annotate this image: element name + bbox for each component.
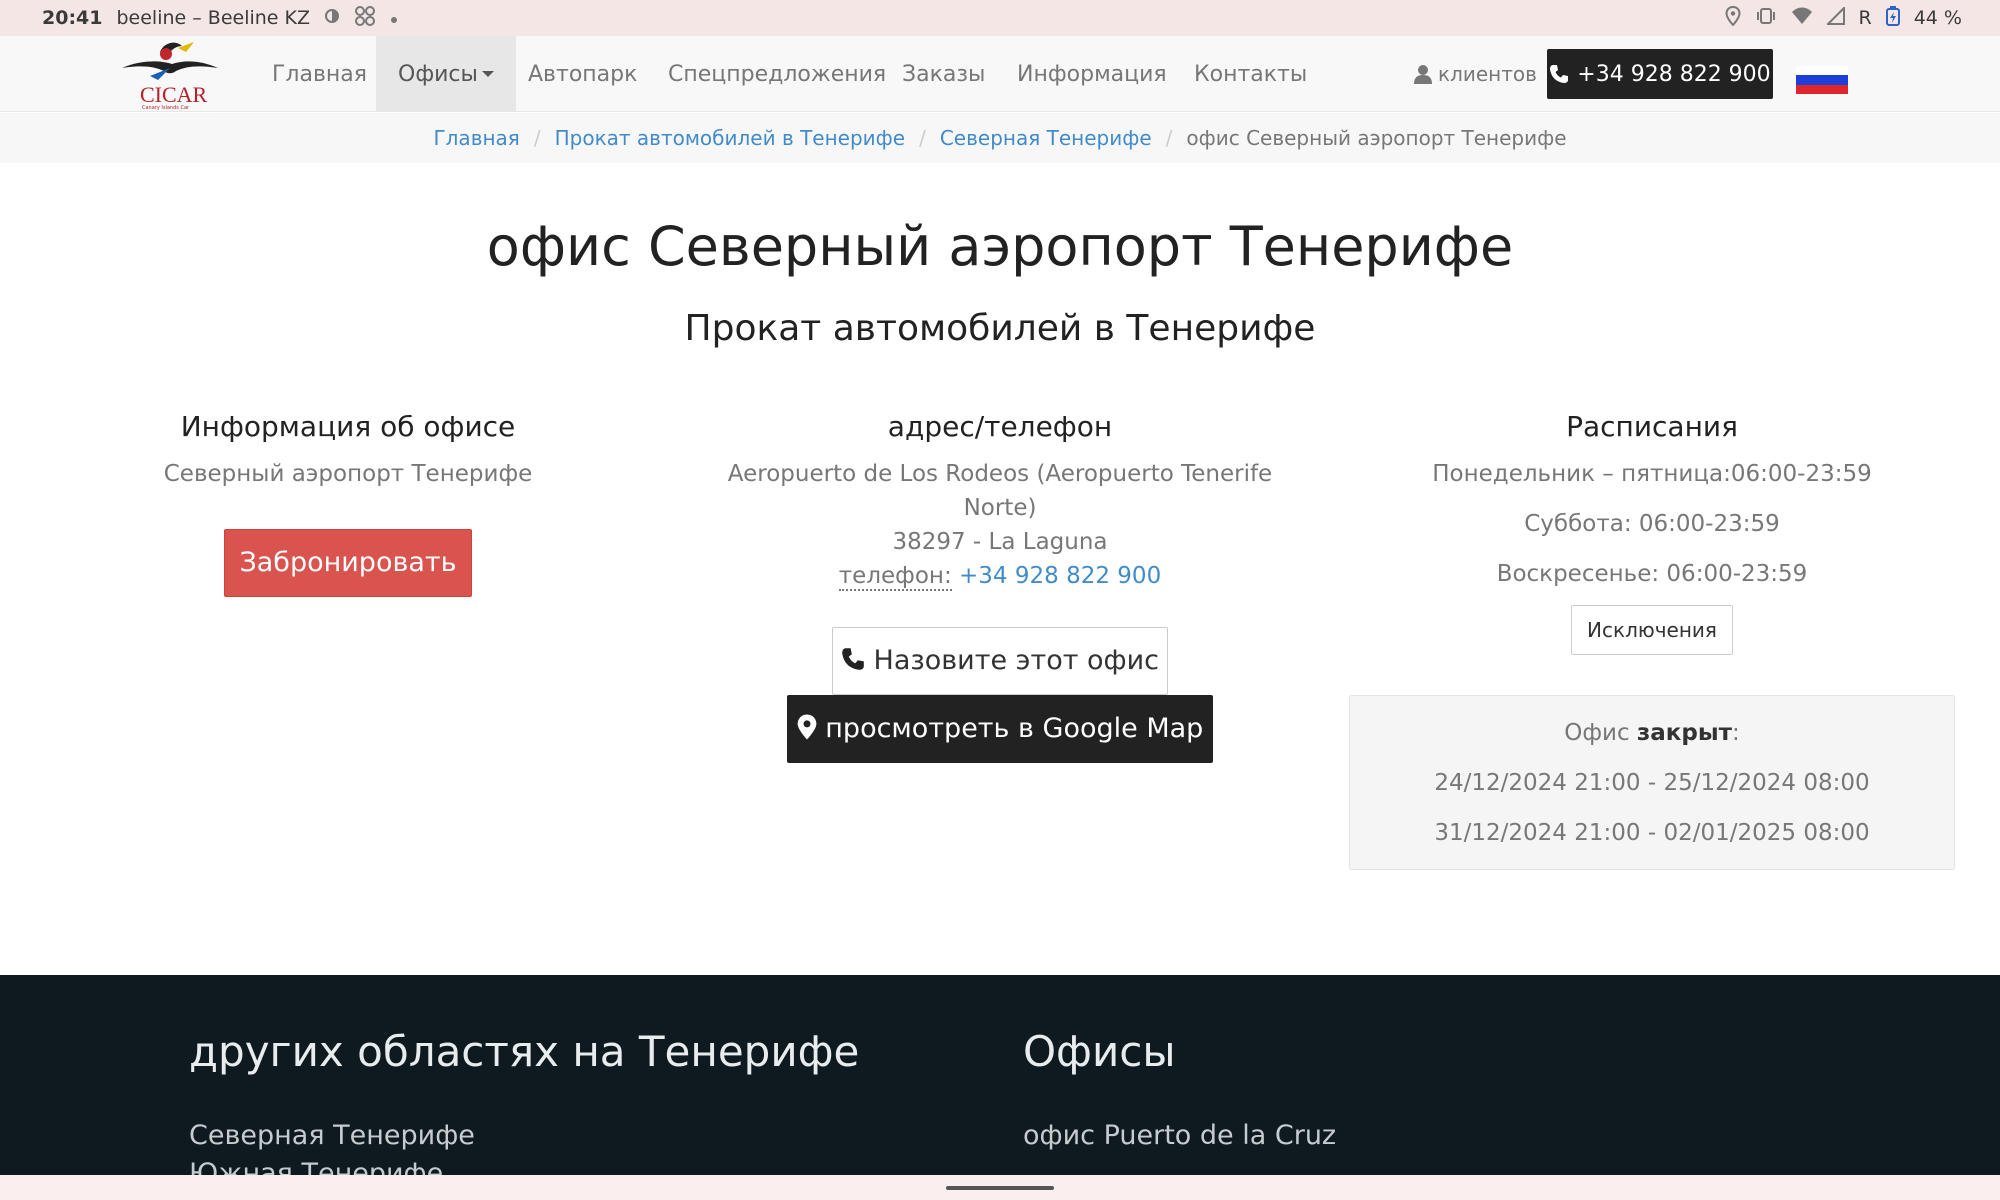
footer-area-link[interactable]: Южная Тенерифе [189, 1158, 443, 1175]
phone-line: телефон: +34 928 822 900 [720, 559, 1280, 593]
schedule-weekdays: Понедельник – пятница:06:00-23:59 [1432, 461, 1872, 487]
exceptions-button[interactable]: Исключения [1571, 605, 1733, 655]
nav-item-label: Автопарк [528, 61, 638, 87]
address-section: адрес/телефон Aeropuerto de Los Rodeos (… [720, 410, 1280, 763]
footer: других областях на Тенерифе Северная Тен… [0, 975, 2000, 1175]
breadcrumb-car-rental-tenerife[interactable]: Прокат автомобилей в Тенерифе [555, 126, 906, 150]
vibrate-icon [1755, 7, 1777, 29]
language-flag-russian[interactable] [1796, 66, 1848, 94]
breadcrumb-separator: / [919, 126, 926, 150]
breadcrumb-separator: / [533, 126, 541, 150]
fan-icon [354, 5, 376, 32]
battery-level: 44 % [1913, 7, 1962, 29]
nav-item-label: Офисы [398, 61, 478, 87]
flag-stripe [1796, 75, 1848, 85]
breadcrumb-separator: / [1165, 126, 1173, 150]
wifi-icon [1791, 7, 1813, 30]
nav-item-fleet[interactable]: Автопарк [506, 36, 659, 112]
nav-item-offers[interactable]: Спецпредложения [646, 36, 908, 112]
closed-period: 31/12/2024 21:00 - 02/01/2025 08:00 [1434, 820, 1870, 846]
call-office-button[interactable]: Назовите этот офис [832, 627, 1168, 695]
schedule-sunday: Воскресенье: 06:00-23:59 [1496, 561, 1808, 587]
schedule-title: Расписания [1566, 410, 1738, 443]
book-button[interactable]: Забронировать [224, 529, 472, 597]
office-name: Северный аэропорт Тенерифе [163, 461, 533, 487]
logo-tagline: Canary Islands Car [142, 105, 190, 111]
footer-office-link[interactable]: офис Puerto de la Cruz [1023, 1120, 1336, 1151]
nav-item-label: Спецпредложения [668, 61, 887, 87]
office-info-section: Информация об офисе Северный аэропорт Те… [68, 410, 628, 597]
office-closed-panel: Офис закрыт: 24/12/2024 21:00 - 25/12/20… [1349, 695, 1955, 870]
breadcrumb-current: офис Северный аэропорт Тенерифе [1186, 126, 1567, 150]
schedule-section: Расписания Понедельник – пятница:06:00-2… [1372, 410, 1932, 655]
closed-period: 24/12/2024 21:00 - 25/12/2024 08:00 [1434, 770, 1870, 796]
map-marker-icon [797, 714, 817, 740]
user-icon [1414, 65, 1432, 84]
call-office-label: Назовите этот офис [873, 645, 1160, 676]
nav-item-information[interactable]: Информация [995, 36, 1189, 112]
home-gesture-handle[interactable] [946, 1186, 1054, 1190]
phone-icon [842, 648, 864, 670]
system-status-bar: 20:41 beeline – Beeline KZ R 44 % [0, 0, 2000, 36]
nav-item-label: Заказы [902, 61, 986, 87]
office-closed-heading: Офис закрыт: [1350, 708, 1954, 758]
address-title: адрес/телефон [887, 410, 1113, 443]
closed-word: закрыт [1636, 720, 1733, 746]
cicar-logo[interactable]: CICAR Canary Islands Car [120, 38, 220, 112]
page-subtitle: Прокат автомобилей в Тенерифе [684, 308, 1316, 349]
google-map-button[interactable]: просмотреть в Google Map [787, 695, 1213, 763]
nav-item-label: Контакты [1194, 61, 1308, 87]
footer-offices-title: Офисы [1023, 1027, 1176, 1076]
clients-link[interactable]: клиентов [1414, 36, 1537, 112]
closed-prefix: Офис [1564, 720, 1630, 746]
nav-item-label: Главная [272, 61, 368, 87]
page-title: офис Северный аэропорт Тенерифе [486, 215, 1514, 278]
battery-charging-icon [1885, 5, 1900, 31]
breadcrumb-home[interactable]: Главная [433, 126, 519, 150]
main-navbar: CICAR Canary Islands Car Главная Офисы А… [0, 36, 2000, 112]
notification-dot-icon [390, 8, 398, 29]
flag-stripe [1796, 66, 1848, 76]
caret-down-icon [481, 71, 494, 77]
data-saver-icon [324, 8, 340, 29]
nav-item-contacts[interactable]: Контакты [1172, 36, 1329, 112]
signal-icon [1825, 5, 1845, 30]
google-map-label: просмотреть в Google Map [825, 713, 1204, 744]
phone-label: телефон: [838, 563, 952, 591]
closed-suffix: : [1732, 720, 1740, 746]
office-phone-link[interactable]: +34 928 822 900 [959, 563, 1161, 589]
nav-item-offices[interactable]: Офисы [376, 36, 516, 112]
nav-item-home[interactable]: Главная [250, 36, 389, 112]
phone-icon [1550, 65, 1569, 83]
header-phone-number: +34 928 822 900 [1577, 61, 1771, 87]
nav-item-label: Информация [1017, 61, 1167, 87]
location-icon [1725, 5, 1741, 31]
clock: 20:41 [42, 7, 103, 29]
flag-stripe [1796, 84, 1848, 94]
breadcrumb-north-tenerife[interactable]: Северная Тенерифе [940, 126, 1152, 150]
system-navigation-bar [0, 1175, 2000, 1200]
logo-bird-icon [122, 42, 218, 80]
office-info-title: Информация об офисе [180, 410, 516, 443]
clients-label: клиентов [1438, 62, 1537, 86]
footer-area-link[interactable]: Северная Тенерифе [189, 1120, 475, 1151]
breadcrumb: Главная / Прокат автомобилей в Тенерифе … [0, 113, 2000, 163]
roaming-indicator: R [1858, 7, 1872, 29]
schedule-saturday: Суббота: 06:00-23:59 [1524, 511, 1780, 537]
address-line-1: Aeropuerto de Los Rodeos (Aeropuerto Ten… [727, 461, 1273, 521]
footer-areas-title: других областях на Тенерифе [189, 1027, 860, 1076]
carrier-name: beeline – Beeline KZ [116, 7, 311, 29]
nav-item-orders[interactable]: Заказы [880, 36, 1007, 112]
header-phone-button[interactable]: +34 928 822 900 [1547, 49, 1773, 99]
address-line-2: 38297 - La Laguna [892, 529, 1108, 555]
